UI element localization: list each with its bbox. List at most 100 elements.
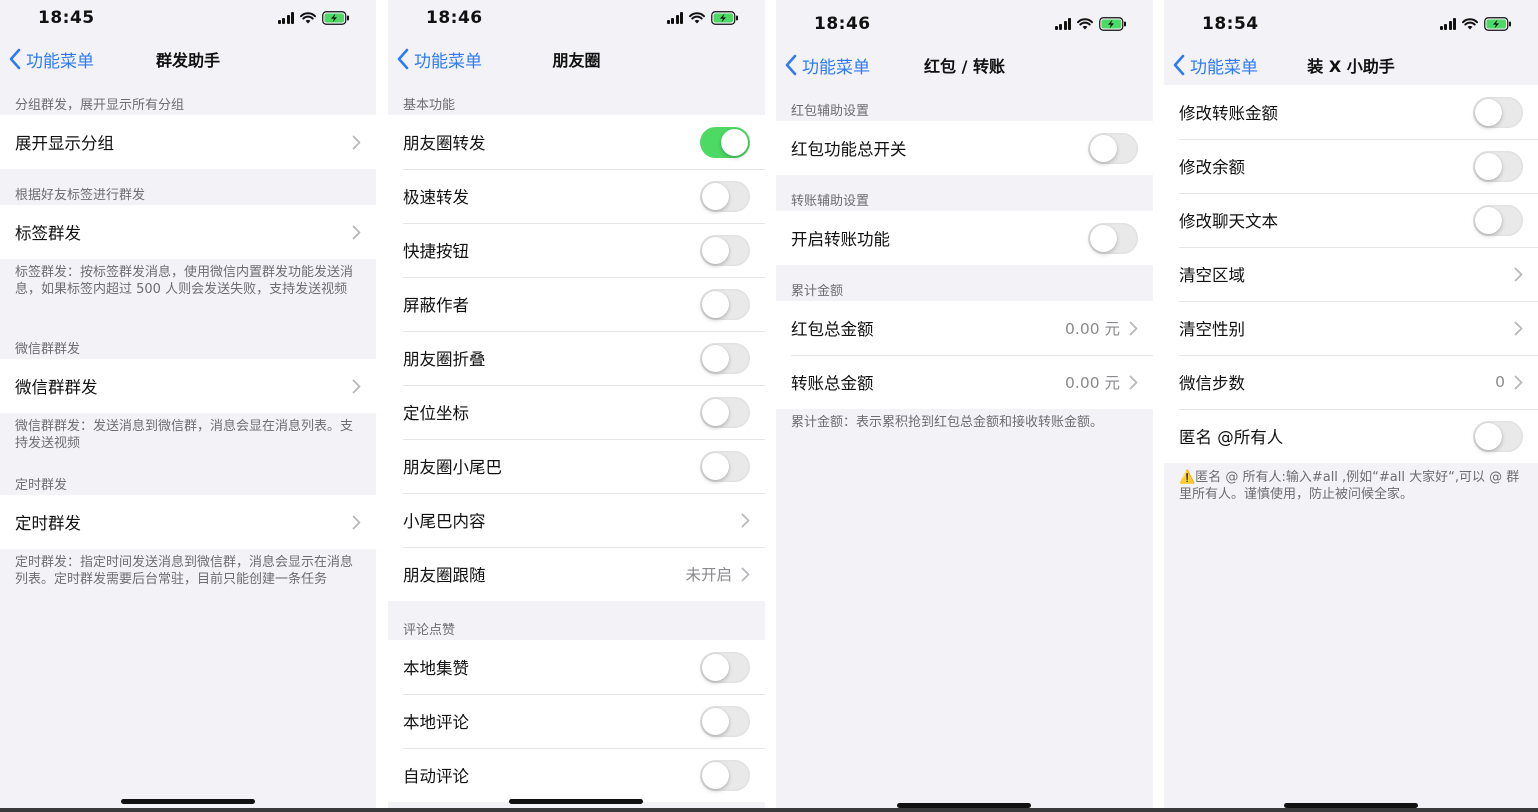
toggle-switch[interactable] [700,705,750,737]
toggle-switch[interactable] [1473,150,1523,182]
row-local-comments[interactable]: 本地评论 [388,694,765,748]
toggle-switch[interactable] [700,126,750,158]
chevron-left-icon [1173,54,1185,76]
back-label: 功能菜单 [26,51,94,72]
nav-bar: 功能菜单 装 X 小助手 [1164,43,1538,87]
row-label: 匿名 @所有人 [1179,428,1284,447]
row-moments-forward[interactable]: 朋友圈转发 [388,115,765,169]
chevron-right-icon [741,567,750,581]
settings-group: 展开显示分组 [0,115,376,169]
footer-note: ⚠️匿名 @ 所有人:输入#all ,例如“#all 大家好“,可以 @ 群里所… [1179,470,1520,502]
row-tail-content[interactable]: 小尾巴内容 [388,493,765,547]
toggle-switch[interactable] [1088,222,1138,254]
row-clear-region[interactable]: 清空区域 [1164,247,1538,301]
row-anonymous-at-all[interactable]: 匿名 @所有人 [1164,409,1538,463]
row-label: 展开显示分组 [15,134,114,153]
row-label: 朋友圈转发 [403,134,486,153]
row-moments-fold[interactable]: 朋友圈折叠 [388,331,765,385]
chevron-right-icon [741,513,750,527]
back-button[interactable]: 功能菜单 [396,37,482,81]
row-moments-tail[interactable]: 朋友圈小尾巴 [388,439,765,493]
row-expand-groups[interactable]: 展开显示分组 [0,115,376,169]
status-bar: 18:45 [0,0,376,36]
back-button[interactable]: 功能菜单 [8,37,94,81]
chevron-right-icon [1514,321,1523,335]
row-label: 微信群群发 [15,378,98,397]
screen-redpacket-transfer: 18:46 功能菜单 红包 / 转账 红包辅助设置 红包功能总开关 转账辅助设置… [776,0,1153,808]
chevron-right-icon [352,135,361,149]
row-enable-transfer[interactable]: 开启转账功能 [776,211,1153,265]
row-location[interactable]: 定位坐标 [388,385,765,439]
toggle-switch[interactable] [1473,204,1523,236]
battery-charging-icon [1484,17,1511,31]
toggle-switch[interactable] [1088,132,1138,164]
footer-note: 累计金额：表示累积抢到红包总金额和接收转账金额。 [791,415,1104,430]
row-modify-transfer-amount[interactable]: 修改转账金额 [1164,85,1538,139]
row-block-author[interactable]: 屏蔽作者 [388,277,765,331]
toggle-switch[interactable] [700,342,750,374]
row-label: 朋友圈折叠 [403,350,486,369]
row-local-likes[interactable]: 本地集赞 [388,640,765,694]
row-redpacket-total[interactable]: 红包总金额 0.00 元 [776,301,1153,355]
toggle-switch[interactable] [700,234,750,266]
row-value: 未开启 [685,566,732,584]
settings-group: 红包总金额 0.00 元 转账总金额 0.00 元 [776,301,1153,409]
row-label: 开启转账功能 [791,230,890,249]
toggle-switch[interactable] [1473,420,1523,452]
chevron-right-icon [352,225,361,239]
row-label: 屏蔽作者 [403,296,469,315]
toggle-switch[interactable] [700,180,750,212]
footer-note: 定时群发：指定时间发送消息到微信群，消息会显示在消息列表。定时群发需要后台常驻，… [15,555,354,587]
toggle-switch[interactable] [700,651,750,683]
wifi-icon [1077,18,1093,30]
row-label: 定位坐标 [403,404,469,423]
wifi-icon [1462,18,1478,30]
wifi-icon [300,12,316,24]
row-label: 红包功能总开关 [791,140,907,159]
settings-group: 微信群群发 [0,359,376,413]
row-shortcut-button[interactable]: 快捷按钮 [388,223,765,277]
row-value: 0.00 元 [1065,374,1120,392]
row-auto-comment[interactable]: 自动评论 [388,748,765,802]
row-label: 朋友圈跟随 [403,566,486,585]
chevron-right-icon [1514,267,1523,281]
row-fast-forward[interactable]: 极速转发 [388,169,765,223]
row-modify-balance[interactable]: 修改余额 [1164,139,1538,193]
row-timed-broadcast[interactable]: 定时群发 [0,495,376,549]
chevron-right-icon [1514,375,1523,389]
row-label: 标签群发 [15,224,81,243]
row-redpacket-master-switch[interactable]: 红包功能总开关 [776,121,1153,175]
settings-group: 标签群发 [0,205,376,259]
settings-group: 本地集赞 本地评论 自动评论 [388,640,765,802]
toggle-switch[interactable] [1473,96,1523,128]
toggle-switch[interactable] [700,450,750,482]
home-indicator [121,799,255,804]
row-moments-follow[interactable]: 朋友圈跟随 未开启 [388,547,765,601]
row-tag-broadcast[interactable]: 标签群发 [0,205,376,259]
toggle-switch[interactable] [700,759,750,791]
back-label: 功能菜单 [802,57,870,78]
back-button[interactable]: 功能菜单 [1172,43,1258,87]
row-transfer-total[interactable]: 转账总金额 0.00 元 [776,355,1153,409]
status-icons [1054,16,1128,32]
status-bar: 18:54 [1164,0,1538,36]
status-bar: 18:46 [388,0,765,36]
cellular-signal-icon [1054,18,1071,30]
battery-charging-icon [711,11,738,25]
battery-charging-icon [1099,17,1126,31]
row-modify-chat-text[interactable]: 修改聊天文本 [1164,193,1538,247]
section-header: 累计金额 [791,284,844,299]
section-header: 分组群发，展开显示所有分组 [15,98,185,113]
row-label: 本地集赞 [403,659,469,678]
row-wechat-group-broadcast[interactable]: 微信群群发 [0,359,376,413]
nav-bar: 功能菜单 朋友圈 [388,37,765,81]
back-button[interactable]: 功能菜单 [784,43,870,87]
toggle-switch[interactable] [700,396,750,428]
row-label: 极速转发 [403,188,469,207]
row-clear-gender[interactable]: 清空性别 [1164,301,1538,355]
chevron-left-icon [397,48,409,70]
toggle-switch[interactable] [700,288,750,320]
row-label: 本地评论 [403,713,469,732]
screen-moments: 18:46 功能菜单 朋友圈 基本功能 朋友圈转发 极速转发 快捷按钮 屏蔽作者 [388,0,765,808]
row-wechat-steps[interactable]: 微信步数 0 [1164,355,1538,409]
